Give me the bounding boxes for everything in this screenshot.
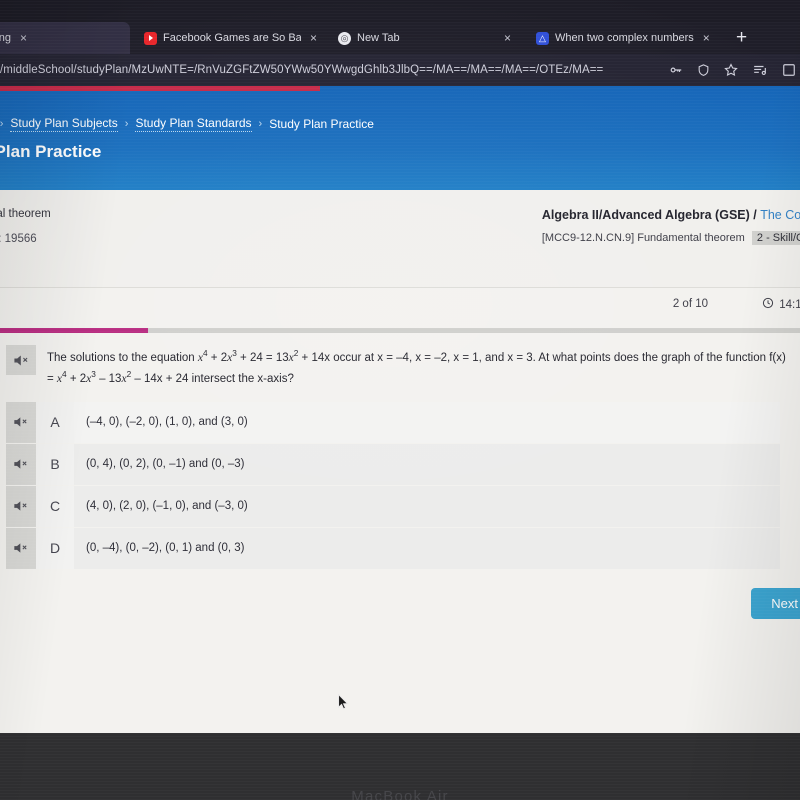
bookmark-star-icon[interactable] [724, 63, 738, 77]
browser-tabstrip: ess Learning × Facebook Games are So Bad… [0, 22, 800, 54]
omnibar-action-icons [669, 54, 796, 86]
key-icon[interactable] [669, 63, 683, 77]
answer-options-list: A (–4, 0), (–2, 0), (1, 0), and (3, 0) B… [0, 401, 800, 569]
laptop-bezel: MacBook Air [0, 733, 800, 800]
browser-tab-3[interactable]: △ When two complex numbers × [528, 22, 723, 54]
youtube-icon [144, 31, 157, 45]
option-a-letter: A [36, 401, 74, 443]
answer-option-d[interactable]: D (0, –4), (0, –2), (0, 1) and (0, 3) [6, 527, 780, 569]
breadcrumb: e › Study Plan Subjects › Study Plan Sta… [0, 116, 374, 132]
option-a-text: (–4, 0), (–2, 0), (1, 0), and (3, 0) [86, 416, 248, 429]
url-text: /middleSchool/studyPlan/MzUwNTE=/RnVuZGF… [0, 64, 604, 76]
course-separator: / [749, 208, 761, 222]
standard-line: [MCC9-12.N.CN.9] Fundamental theorem 2 -… [542, 231, 800, 245]
shield-icon[interactable] [697, 63, 710, 77]
speaker-mute-icon [13, 500, 29, 512]
standard-name: Fundamental theorem [637, 232, 745, 244]
course-title: Algebra II/Advanced Algebra (GSE) / The … [542, 208, 800, 222]
brainly-icon: △ [536, 31, 549, 45]
browser-tab-0[interactable]: ess Learning × [0, 22, 130, 54]
timer: 14:15 [762, 297, 800, 312]
option-b-text: (0, 4), (0, 2), (0, –1) and (0, –3) [86, 458, 245, 471]
question-meter-row: 2 of 10 14:15 [0, 288, 800, 328]
tab-close-icon[interactable]: × [307, 32, 320, 44]
browser-window-controls-bar [0, 0, 800, 22]
answer-option-c[interactable]: C (4, 0), (2, 0), (–1, 0), and (–3, 0) [6, 485, 780, 527]
question-text: The solutions to the equation x4 + 2x3 +… [47, 349, 786, 385]
question-id: stion Id : 19566 [0, 233, 37, 245]
tab-close-icon[interactable]: × [700, 32, 713, 44]
page-loading-bar [0, 86, 320, 91]
tab-title: When two complex numbers [555, 32, 694, 44]
question-speaker-mute-button[interactable] [6, 345, 36, 375]
chrome-icon: ◎ [338, 31, 351, 45]
chevron-right-icon: › [258, 118, 263, 130]
breadcrumb-item-study-plan-subjects[interactable]: Study Plan Subjects [10, 116, 118, 132]
next-button[interactable]: Next [751, 587, 800, 619]
breadcrumb-item-study-plan-practice: Study Plan Practice [269, 117, 374, 131]
tab-title: New Tab [357, 32, 400, 44]
course-name: Algebra II/Advanced Algebra (GSE) [541, 208, 750, 222]
screen-photo: ess Learning × Facebook Games are So Bad… [0, 0, 800, 800]
option-d-text: (0, –4), (0, –2), (0, 1) and (0, 3) [86, 542, 245, 555]
option-b-letter: B [36, 443, 74, 485]
dok-badge: 2 - Skill/Concept [751, 231, 800, 245]
standard-code: [MCC9-12.N.CN.9] [541, 232, 635, 244]
question-actions: Next [0, 570, 800, 640]
option-d-speaker-mute-button[interactable] [6, 527, 36, 569]
timer-value: 14:15 [779, 298, 800, 311]
question-metadata-header: damental theorem stion Id : 19566 Algebr… [0, 190, 800, 288]
question-row: The solutions to the equation x4 + 2x3 +… [0, 345, 800, 389]
clock-icon [762, 297, 774, 312]
question-counter: 2 of 10 [672, 298, 708, 310]
new-tab-button[interactable]: + [736, 27, 747, 49]
speaker-mute-icon [13, 416, 29, 428]
option-b-speaker-mute-button[interactable] [6, 443, 36, 485]
option-c-speaker-mute-button[interactable] [6, 485, 36, 527]
page-hero: e › Study Plan Subjects › Study Plan Sta… [0, 86, 800, 190]
page-content: damental theorem stion Id : 19566 Algebr… [0, 190, 800, 733]
speaker-mute-icon [13, 458, 29, 470]
browser-tab-2[interactable]: ◎ New Tab × [330, 22, 522, 54]
option-a-speaker-mute-button[interactable] [6, 401, 36, 443]
question-body: The solutions to the equation x4 + 2x3 +… [0, 333, 800, 640]
speaker-mute-icon [13, 542, 29, 554]
answer-option-a[interactable]: A (–4, 0), (–2, 0), (1, 0), and (3, 0) [6, 401, 780, 443]
reading-list-icon[interactable] [752, 63, 768, 77]
web-page: e › Study Plan Subjects › Study Plan Sta… [0, 86, 800, 733]
browser-tab-1[interactable]: Facebook Games are So Bad × [136, 22, 328, 54]
course-standard-block: Algebra II/Advanced Algebra (GSE) / The … [542, 208, 800, 245]
tab-close-icon[interactable]: × [17, 32, 30, 44]
chevron-right-icon: › [124, 118, 129, 130]
extension-icon[interactable] [782, 63, 796, 77]
option-d-letter: D [36, 527, 74, 569]
question-topic-block: damental theorem stion Id : 19566 [0, 208, 51, 245]
device-model-label: MacBook Air [351, 788, 449, 800]
question-topic: damental theorem [0, 208, 51, 220]
option-c-letter: C [36, 485, 74, 527]
page-title: dy Plan Practice [0, 142, 102, 161]
breadcrumb-item-study-plan-standards[interactable]: Study Plan Standards [135, 116, 252, 132]
chevron-right-icon: › [0, 118, 4, 130]
tab-close-icon[interactable]: × [501, 32, 514, 44]
answer-option-b[interactable]: B (0, 4), (0, 2), (0, –1) and (0, –3) [6, 443, 780, 485]
browser-address-bar[interactable]: /middleSchool/studyPlan/MzUwNTE=/RnVuZGF… [0, 54, 800, 86]
tab-title: ess Learning [0, 32, 11, 44]
speaker-mute-icon [13, 354, 30, 367]
option-c-text: (4, 0), (2, 0), (–1, 0), and (–3, 0) [86, 500, 248, 513]
tab-title: Facebook Games are So Bad [163, 32, 301, 44]
strand-link[interactable]: The Complex Nu [760, 208, 800, 222]
